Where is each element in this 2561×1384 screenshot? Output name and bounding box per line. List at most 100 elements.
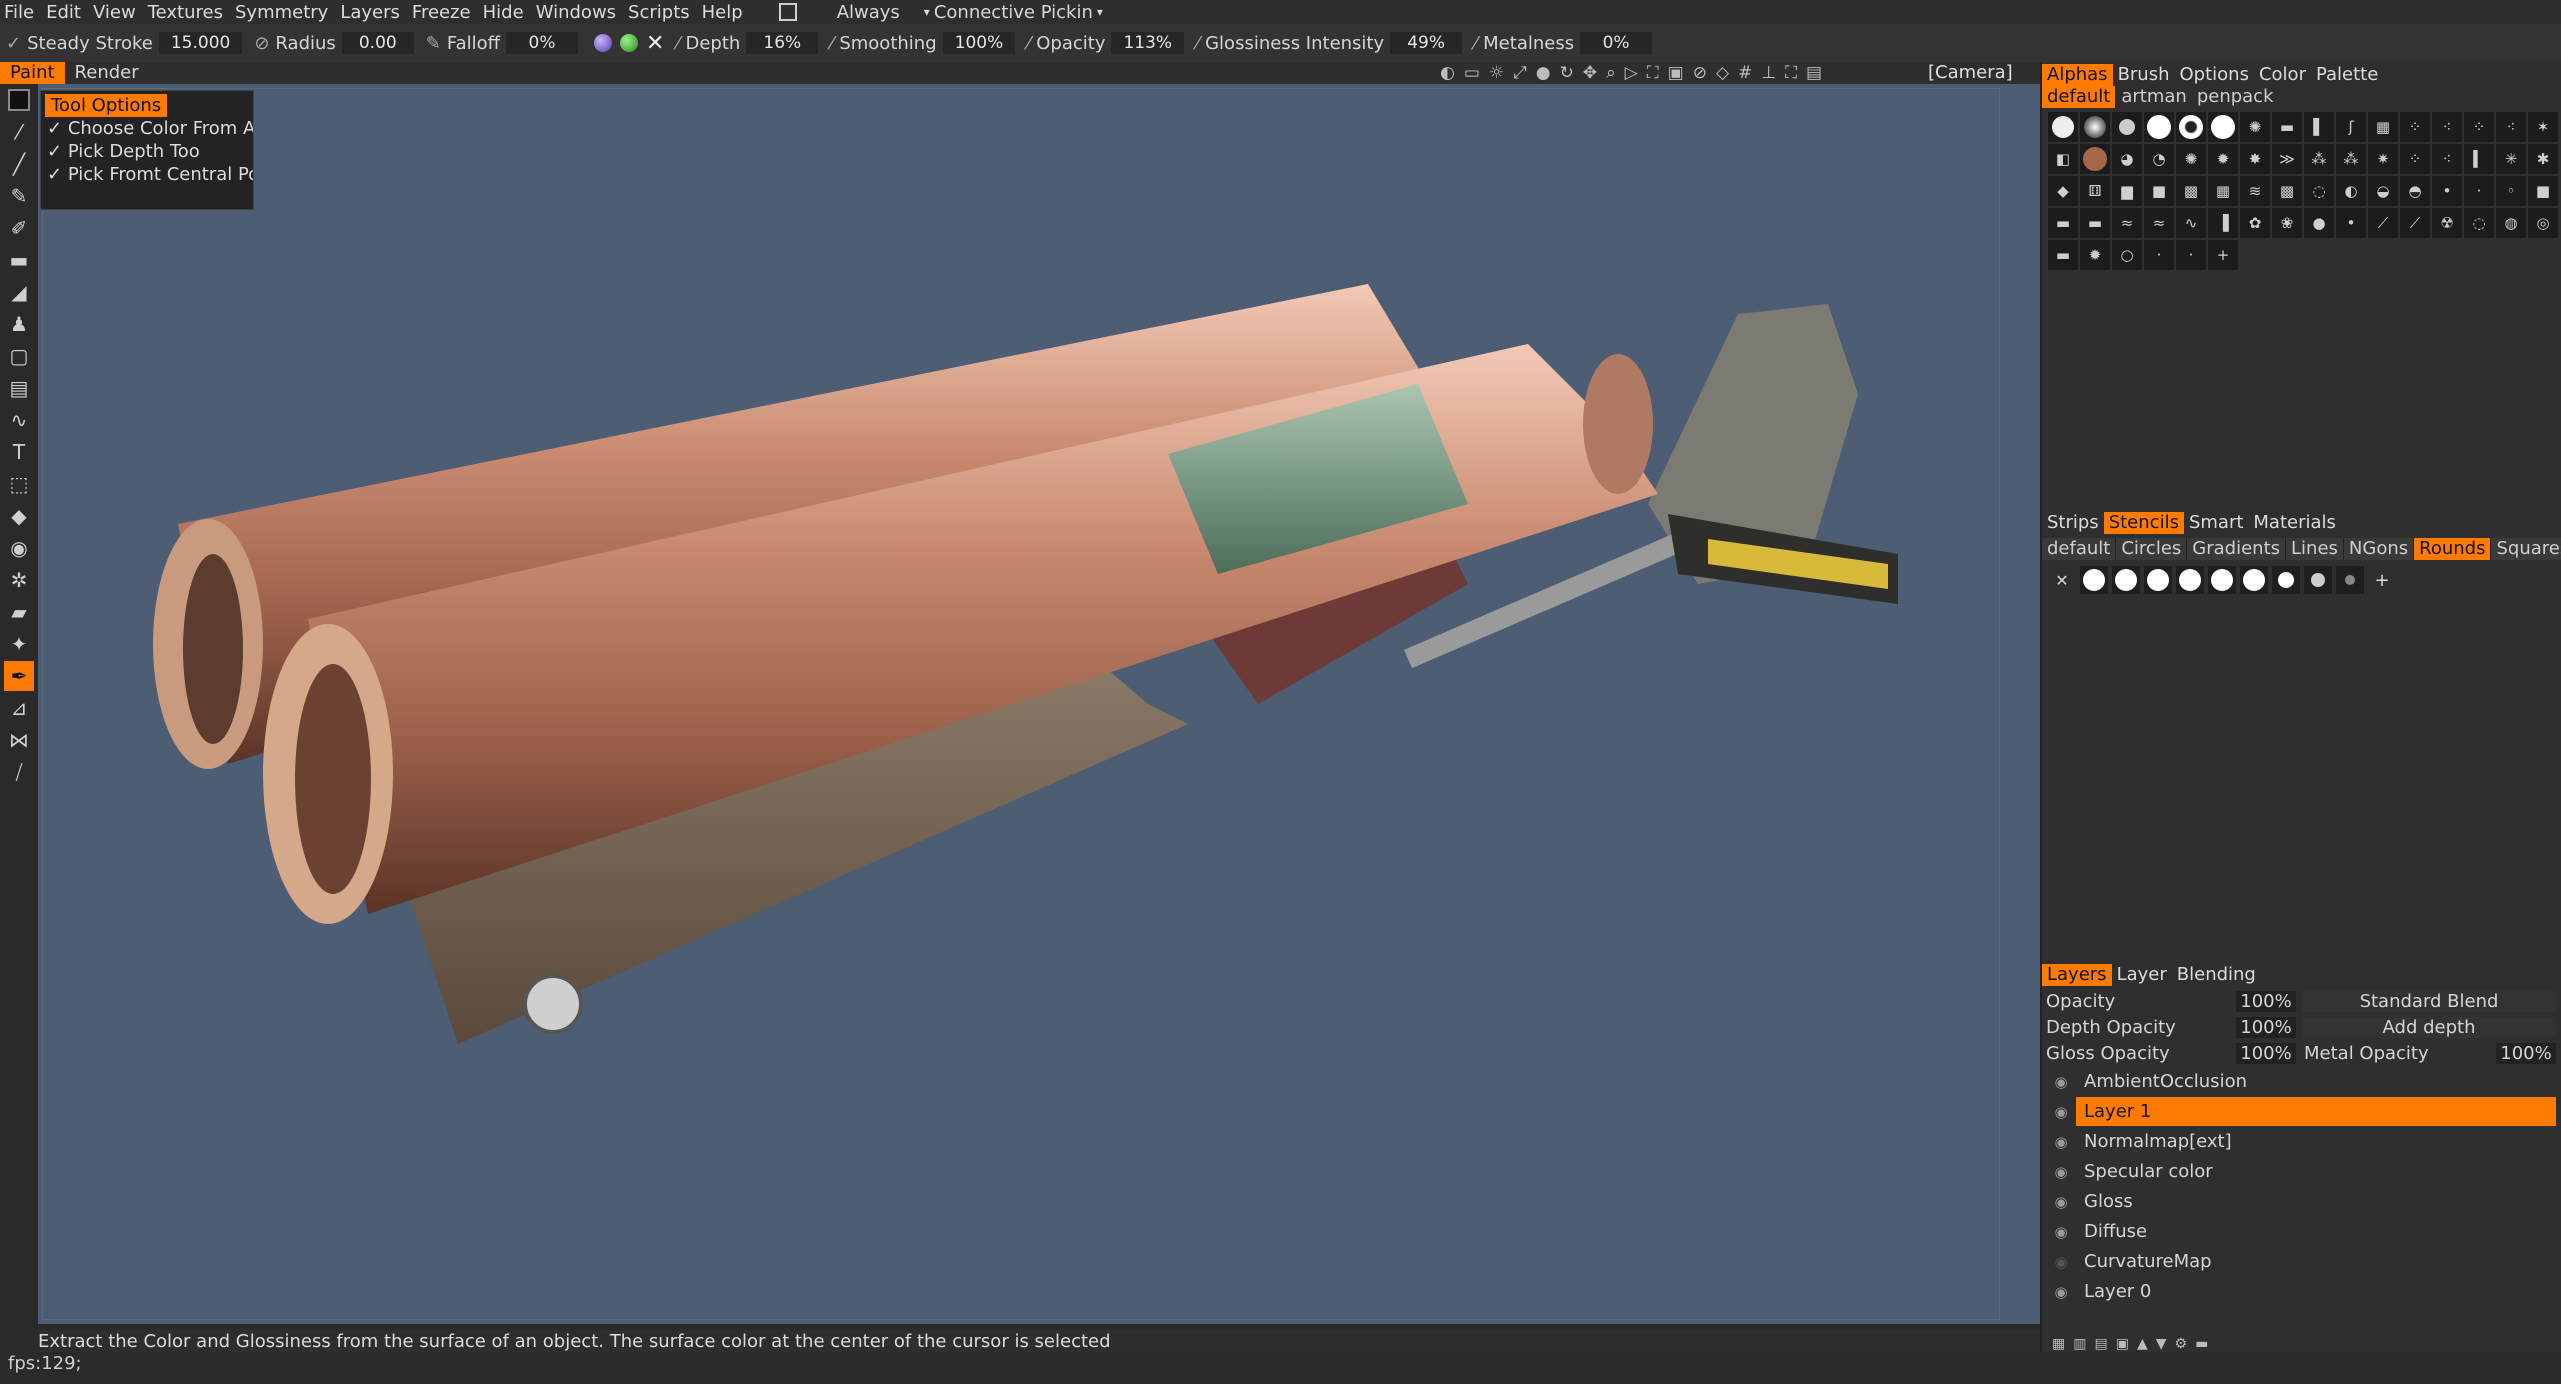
- alpha-item[interactable]: ⁖: [2496, 112, 2526, 142]
- tab-materials[interactable]: Materials: [2248, 512, 2341, 534]
- stencil-item[interactable]: [2336, 566, 2364, 594]
- close-icon[interactable]: ✕: [646, 31, 664, 56]
- delete-layer-icon[interactable]: ▥: [2073, 1336, 2086, 1352]
- tab-options[interactable]: Options: [2175, 64, 2254, 86]
- always-dropdown[interactable]: Always: [811, 2, 918, 23]
- smudge-icon[interactable]: ▬: [4, 245, 34, 275]
- copy-icon[interactable]: ▤: [4, 373, 34, 403]
- settings-icon[interactable]: ⚙: [2175, 1336, 2188, 1352]
- alpha-item[interactable]: ◌: [2464, 208, 2494, 238]
- alpha-item[interactable]: ▬: [2272, 112, 2302, 142]
- subtab-squares[interactable]: Squares: [2491, 538, 2561, 560]
- expand-icon[interactable]: ⤢: [1513, 63, 1527, 83]
- tab-strips[interactable]: Strips: [2042, 512, 2104, 534]
- metalness-field[interactable]: 0%: [1580, 32, 1653, 54]
- duplicate-layer-icon[interactable]: ▤: [2094, 1336, 2107, 1352]
- stencil-item[interactable]: [2304, 566, 2332, 594]
- glossiness-group[interactable]: ⁄ Glossiness Intensity 49%: [1196, 32, 1463, 54]
- alpha-item[interactable]: [2080, 144, 2110, 174]
- brush-icon[interactable]: ⁄: [4, 117, 34, 147]
- alpha-item[interactable]: ●: [2304, 208, 2334, 238]
- stencil-item[interactable]: [2272, 566, 2300, 594]
- tab-alphas[interactable]: Alphas: [2042, 64, 2113, 86]
- alpha-item[interactable]: [2176, 112, 2206, 142]
- menu-freeze[interactable]: Freeze: [408, 2, 479, 23]
- tab-color[interactable]: Color: [2254, 64, 2311, 86]
- alpha-item[interactable]: ◕: [2112, 144, 2142, 174]
- fill-icon[interactable]: ◢: [4, 277, 34, 307]
- color-picker-icon[interactable]: ✒: [4, 661, 34, 691]
- drop-icon[interactable]: ●: [1536, 63, 1551, 83]
- eraser-icon[interactable]: ◆: [4, 501, 34, 531]
- glossiness-field[interactable]: 49%: [1390, 32, 1463, 54]
- radius-field[interactable]: 0.00: [341, 32, 414, 54]
- measure-icon[interactable]: ⧸: [4, 757, 34, 787]
- menu-view[interactable]: View: [89, 2, 144, 23]
- alpha-item[interactable]: ≈: [2144, 208, 2174, 238]
- alpha-item[interactable]: ▬: [2048, 208, 2078, 238]
- cube-icon[interactable]: ◇: [1716, 63, 1729, 83]
- alpha-item[interactable]: ☢: [2432, 208, 2462, 238]
- alpha-item[interactable]: ▩: [2272, 176, 2302, 206]
- tab-palette[interactable]: Palette: [2311, 64, 2383, 86]
- layer-diffuse[interactable]: ◉ Diffuse: [2046, 1217, 2556, 1246]
- gun-model[interactable]: [38, 84, 2040, 1324]
- subtab-lines[interactable]: Lines: [2286, 538, 2344, 560]
- menu-windows[interactable]: Windows: [532, 2, 624, 23]
- shading-icon[interactable]: ◐: [1440, 63, 1455, 83]
- menu-layers[interactable]: Layers: [336, 2, 408, 23]
- alpha-item[interactable]: ✿: [2240, 208, 2270, 238]
- transform-icon[interactable]: ⊿: [4, 693, 34, 723]
- layer-normalmap[interactable]: ◉ Normalmap[ext]: [2046, 1127, 2556, 1156]
- alpha-item[interactable]: ▆: [2112, 176, 2142, 206]
- alpha-item[interactable]: ▩: [2176, 176, 2206, 206]
- steady-stroke-group[interactable]: ✓ Steady Stroke 15.000: [6, 32, 243, 54]
- alpha-item[interactable]: ⁘: [2400, 144, 2430, 174]
- frame-icon[interactable]: ⛶: [1647, 63, 1659, 83]
- layer-gloss[interactable]: ◉ Gloss: [2046, 1187, 2556, 1216]
- alpha-item[interactable]: [2080, 112, 2110, 142]
- alpha-item[interactable]: ⁖: [2432, 112, 2462, 142]
- subtab-default[interactable]: default: [2042, 538, 2117, 560]
- stencil-item[interactable]: [2240, 566, 2268, 594]
- subtab-ngons[interactable]: NGons: [2343, 538, 2415, 560]
- alpha-item[interactable]: ∿: [2176, 208, 2206, 238]
- pen-icon[interactable]: ╱: [4, 149, 34, 179]
- always-checkbox[interactable]: [778, 3, 797, 21]
- layer-curvaturemap[interactable]: ◉ CurvatureMap: [2046, 1247, 2556, 1276]
- alpha-item[interactable]: ◔: [2144, 144, 2174, 174]
- eye-icon[interactable]: ◉: [2046, 1193, 2076, 1211]
- metalness-group[interactable]: ⁄ Metalness 0%: [1474, 32, 1653, 54]
- image-icon[interactable]: ▭: [1464, 63, 1480, 83]
- layout-icon[interactable]: ▤: [1806, 63, 1822, 83]
- tab-blending[interactable]: Blending: [2172, 964, 2261, 986]
- subtab-penpack[interactable]: penpack: [2192, 86, 2279, 108]
- smoothing-group[interactable]: ⁄ Smoothing 100%: [830, 32, 1016, 54]
- alpha-item[interactable]: ⟋: [2368, 208, 2398, 238]
- eye-icon[interactable]: ◉: [2046, 1073, 2076, 1091]
- alpha-item[interactable]: ·: [2464, 176, 2494, 206]
- opacity-group[interactable]: ⁄ Opacity 113%: [1027, 32, 1185, 54]
- subtab-rounds[interactable]: Rounds: [2414, 538, 2492, 560]
- menu-hide[interactable]: Hide: [479, 2, 532, 23]
- subtab-artman[interactable]: artman: [2116, 86, 2191, 108]
- alpha-item[interactable]: ʃ: [2336, 112, 2366, 142]
- alpha-item[interactable]: ✷: [2368, 144, 2398, 174]
- tab-paint[interactable]: Paint: [0, 62, 65, 84]
- gloss-opacity-value[interactable]: 100%: [2236, 1042, 2296, 1064]
- material-sphere-icon[interactable]: [594, 34, 613, 52]
- alpha-item[interactable]: ≈: [2112, 208, 2142, 238]
- alpha-item[interactable]: ◌: [2304, 176, 2334, 206]
- alpha-item[interactable]: ▍: [2464, 144, 2494, 174]
- alpha-item[interactable]: ⁖: [2432, 144, 2462, 174]
- camera-label[interactable]: [Camera]: [1928, 62, 2013, 83]
- alpha-item[interactable]: ⁂: [2336, 144, 2366, 174]
- depth-field[interactable]: 16%: [746, 32, 819, 54]
- alpha-item[interactable]: ◒: [2368, 176, 2398, 206]
- menu-symmetry[interactable]: Symmetry: [231, 2, 336, 23]
- subtab-circles[interactable]: Circles: [2116, 538, 2188, 560]
- alpha-item[interactable]: ✹: [2080, 240, 2110, 270]
- falloff-group[interactable]: ✎ Falloff 0%: [426, 32, 579, 54]
- opacity-value[interactable]: 100%: [2236, 990, 2296, 1012]
- stencil-item[interactable]: [2208, 566, 2236, 594]
